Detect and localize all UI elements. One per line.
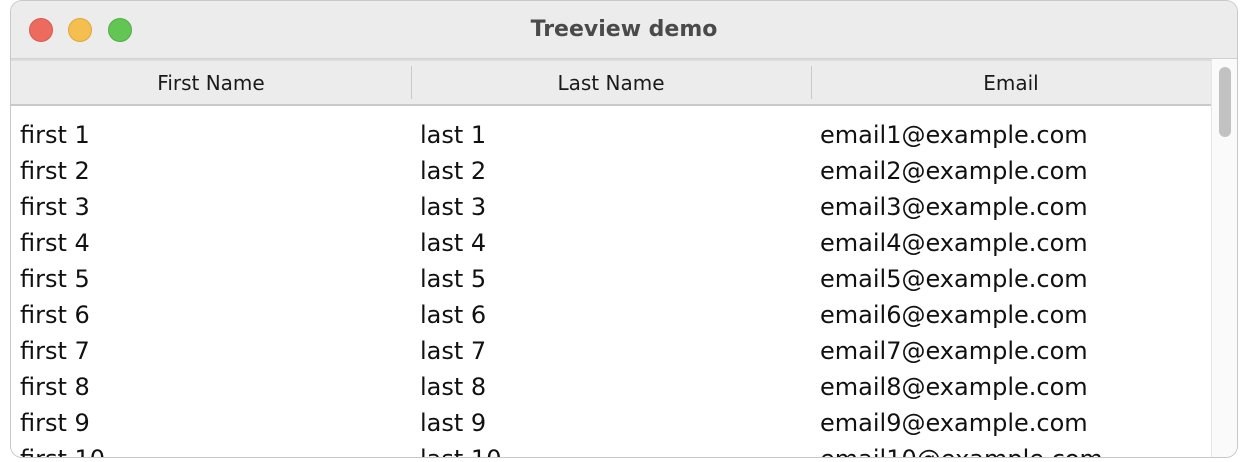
table-header: First Name Last Name Email	[11, 59, 1211, 106]
last-name-cell: last 6	[420, 301, 487, 329]
title-bar[interactable]: Treeview demo	[11, 1, 1237, 59]
last-name-cell: last 9	[420, 409, 487, 437]
table-row[interactable]: first 6 last 6 email6@example.com	[11, 297, 1211, 333]
table-row[interactable]: first 1 last 1 email1@example.com	[11, 117, 1211, 153]
email-cell: email4@example.com	[820, 229, 1088, 257]
first-name-cell: first 3	[20, 193, 90, 221]
first-name-cell: first 9	[20, 409, 90, 437]
last-name-cell: last 7	[420, 337, 487, 365]
first-name-cell: first 7	[20, 337, 90, 365]
column-header-first-name[interactable]: First Name	[11, 61, 411, 104]
first-name-cell: first 6	[20, 301, 90, 329]
table-row[interactable]: first 9 last 9 email9@example.com	[11, 405, 1211, 441]
email-cell: email5@example.com	[820, 265, 1088, 293]
column-header-last-name[interactable]: Last Name	[411, 61, 811, 104]
email-cell: email7@example.com	[820, 337, 1088, 365]
first-name-cell: first 1	[20, 121, 90, 149]
last-name-cell: last 10	[411, 445, 811, 457]
first-name-cell: first 10	[11, 445, 411, 457]
email-cell: email10@example.com	[811, 445, 1211, 457]
email-cell: email6@example.com	[820, 301, 1088, 329]
first-name-cell: first 2	[20, 157, 90, 185]
table-body: first 1 last 1 email1@example.com first …	[11, 117, 1211, 457]
table-row[interactable]: first 5 last 5 email5@example.com	[11, 261, 1211, 297]
table-row[interactable]: first 8 last 8 email8@example.com	[11, 369, 1211, 405]
first-name-cell: first 5	[20, 265, 90, 293]
column-header-email[interactable]: Email	[811, 61, 1211, 104]
table-row[interactable]: first 2 last 2 email2@example.com	[11, 153, 1211, 189]
table-row[interactable]: first 10 last 10 email10@example.com	[11, 441, 1211, 457]
table-row[interactable]: first 4 last 4 email4@example.com	[11, 225, 1211, 261]
table-row[interactable]: first 3 last 3 email3@example.com	[11, 189, 1211, 225]
treeview[interactable]: First Name Last Name Email first 1 last …	[11, 59, 1211, 457]
app-window: Treeview demo First Name Last Name Email…	[10, 0, 1238, 458]
last-name-cell: last 8	[420, 373, 487, 401]
last-name-cell: last 2	[420, 157, 487, 185]
first-name-cell: first 4	[20, 229, 90, 257]
first-name-cell: first 8	[20, 373, 90, 401]
email-cell: email1@example.com	[820, 121, 1088, 149]
scrollbar-thumb[interactable]	[1219, 67, 1231, 137]
last-name-cell: last 4	[420, 229, 487, 257]
email-cell: email3@example.com	[820, 193, 1088, 221]
last-name-cell: last 1	[420, 121, 487, 149]
last-name-cell: last 5	[420, 265, 487, 293]
vertical-scrollbar[interactable]	[1211, 59, 1237, 457]
window-title: Treeview demo	[530, 17, 718, 42]
email-cell: email8@example.com	[820, 373, 1088, 401]
email-cell: email2@example.com	[820, 157, 1088, 185]
table-row[interactable]: first 7 last 7 email7@example.com	[11, 333, 1211, 369]
email-cell: email9@example.com	[820, 409, 1088, 437]
last-name-cell: last 3	[420, 193, 487, 221]
